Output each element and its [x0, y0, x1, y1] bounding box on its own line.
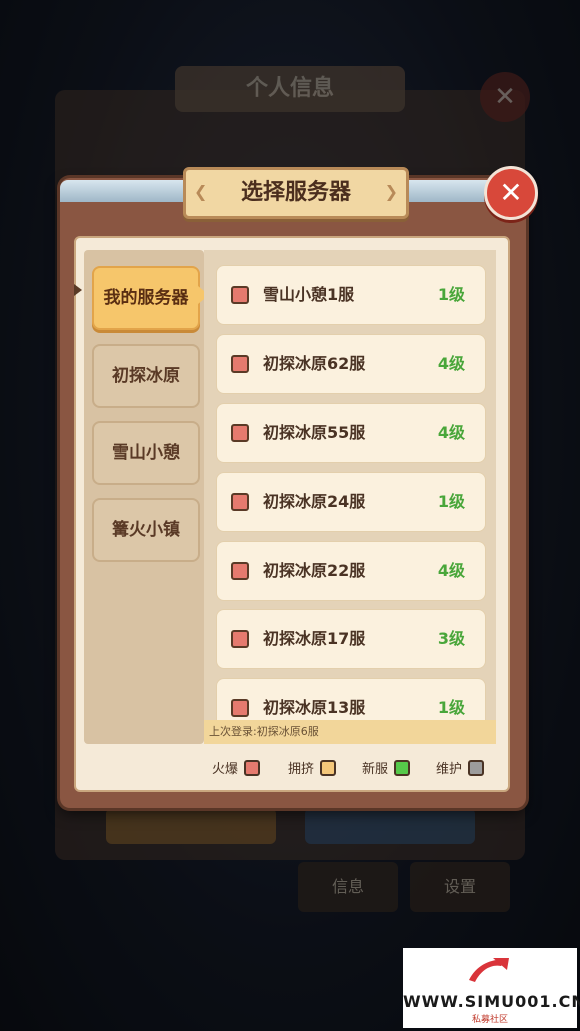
legend-hot: 火爆 — [212, 758, 261, 778]
legend-label: 火爆 — [212, 762, 239, 777]
watermark: WWW.SIMU001.CN 私募社区 — [403, 948, 580, 1028]
server-item[interactable]: 初探冰原55服 4级 — [216, 403, 486, 463]
last-login-text: 上次登录:初探冰原6服 — [204, 720, 496, 744]
server-item[interactable]: 初探冰原13服 1级 — [216, 678, 486, 721]
dialog-title-banner: ❮ 选择服务器 ❯ — [183, 167, 409, 219]
server-level: 1级 — [437, 698, 465, 717]
watermark-logo-icon — [469, 958, 509, 982]
server-item[interactable]: 初探冰原62服 4级 — [216, 334, 486, 394]
close-icon: ✕ — [499, 176, 523, 209]
pointer-notch-icon — [74, 284, 82, 296]
server-name: 雪山小憩1服 — [263, 285, 355, 304]
server-name: 初探冰原13服 — [263, 698, 366, 717]
server-name: 初探冰原62服 — [263, 354, 366, 373]
server-name: 初探冰原24服 — [263, 492, 366, 511]
legend-new: 新服 — [362, 758, 411, 778]
category-xueshan-xiaoqi[interactable]: 雪山小憩 — [92, 421, 200, 485]
legend-label: 新服 — [362, 762, 389, 777]
category-chutan-bingyuan[interactable]: 初探冰原 — [92, 344, 200, 408]
legend-label: 维护 — [436, 762, 463, 777]
status-hot-icon — [231, 493, 249, 511]
status-hot-icon — [231, 699, 249, 717]
server-level: 4级 — [437, 423, 465, 442]
server-level: 1级 — [437, 492, 465, 511]
legend-crowded-icon — [320, 760, 337, 776]
legend-hot-icon — [244, 760, 261, 776]
legend-label: 拥挤 — [288, 762, 315, 777]
status-hot-icon — [231, 562, 249, 580]
status-hot-icon — [231, 286, 249, 304]
close-button[interactable]: ✕ — [484, 166, 538, 220]
status-hot-icon — [231, 630, 249, 648]
legend-crowded: 拥挤 — [288, 758, 337, 778]
status-hot-icon — [231, 355, 249, 373]
watermark-text: WWW.SIMU001.CN — [403, 992, 580, 1011]
legend-new-icon — [394, 760, 411, 776]
server-item[interactable]: 初探冰原17服 3级 — [216, 609, 486, 669]
server-item[interactable]: 雪山小憩1服 1级 — [216, 265, 486, 325]
server-name: 初探冰原22服 — [263, 561, 366, 580]
server-level: 3级 — [437, 629, 465, 648]
legend-maintenance: 维护 — [436, 758, 485, 778]
server-item[interactable]: 初探冰原22服 4级 — [216, 541, 486, 601]
watermark-subtext: 私募社区 — [471, 1015, 508, 1025]
status-hot-icon — [231, 424, 249, 442]
chevron-right-icon: ❯ — [384, 182, 398, 201]
server-level: 4级 — [437, 561, 465, 580]
server-level: 4级 — [437, 354, 465, 373]
dialog-title: 选择服务器 — [240, 180, 351, 205]
category-my-servers[interactable]: 我的服务器 — [92, 266, 200, 330]
server-item[interactable]: 初探冰原24服 1级 — [216, 472, 486, 532]
server-name: 初探冰原17服 — [263, 629, 366, 648]
category-gouhuo-xiaozhen[interactable]: 篝火小镇 — [92, 498, 200, 562]
server-level: 1级 — [437, 285, 465, 304]
server-name: 初探冰原55服 — [263, 423, 366, 442]
legend-maintenance-icon — [468, 760, 485, 776]
